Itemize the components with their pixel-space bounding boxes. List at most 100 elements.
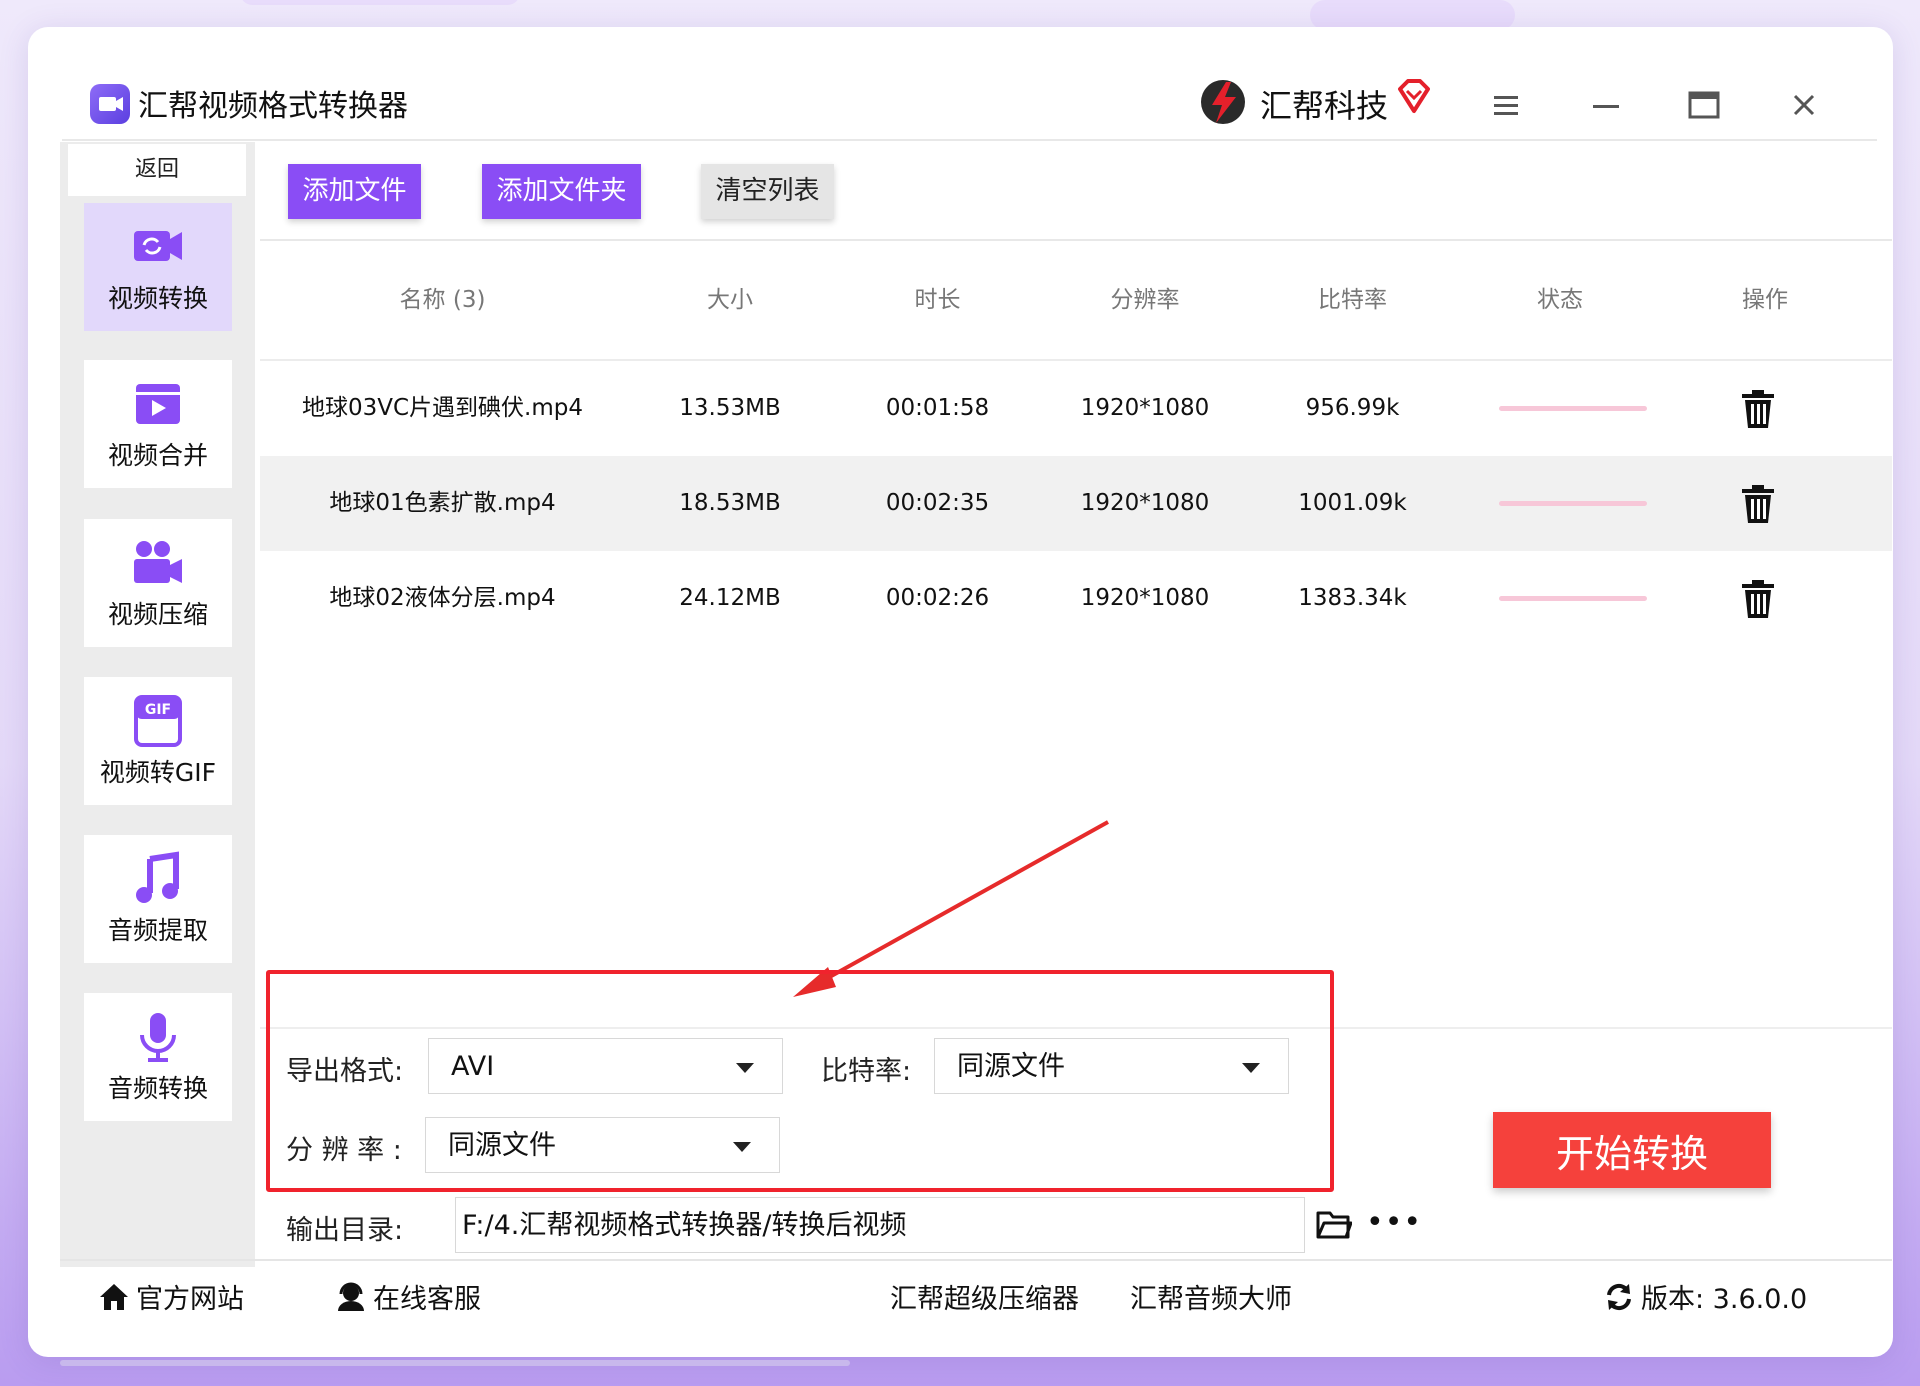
app-logo-icon <box>90 84 130 124</box>
file-bitrate: 1383.34k <box>1298 585 1407 611</box>
bitrate-label: 比特率: <box>821 1056 912 1087</box>
version-label: 版本: 3.6.0.0 <box>1641 1284 1808 1315</box>
file-size: 13.53MB <box>679 395 781 421</box>
official-website-link[interactable]: 官方网站 <box>98 1277 244 1316</box>
sidebar-item-label: 音频转换 <box>107 1074 208 1103</box>
chevron-down-icon <box>736 1063 754 1073</box>
audio-master-link[interactable]: 汇帮音频大师 <box>1130 1277 1292 1316</box>
start-convert-button[interactable]: 开始转换 <box>1493 1112 1771 1188</box>
file-name: 地球02液体分层.mp4 <box>329 585 556 611</box>
title-bar: 汇帮视频格式转换器 汇帮科技 <box>28 27 1893 142</box>
maximize-icon[interactable] <box>1686 87 1722 123</box>
table-row[interactable]: 地球03VC片遇到碘伏.mp4 13.53MB 00:01:58 1920*10… <box>260 361 1892 456</box>
version-info[interactable]: 版本: 3.6.0.0 <box>1603 1277 1807 1316</box>
background-blob <box>240 0 520 5</box>
add-file-button[interactable]: 添加文件 <box>288 164 421 219</box>
file-size: 24.12MB <box>679 585 781 611</box>
sidebar-item-video-to-gif[interactable]: GIF 视频转GIF <box>84 677 232 805</box>
file-name: 地球03VC片遇到碘伏.mp4 <box>301 395 583 421</box>
resolution-select[interactable]: 同源文件 <box>425 1117 780 1173</box>
menu-icon[interactable] <box>1488 87 1524 123</box>
status-progress-bar <box>1499 501 1647 506</box>
format-value: AVI <box>451 1051 495 1082</box>
format-label: 导出格式: <box>286 1056 404 1087</box>
table-header: 名称 (3) 大小 时长 分辨率 比特率 状态 操作 <box>260 241 1892 361</box>
status-progress-bar <box>1499 406 1647 411</box>
gif-icon: GIF <box>134 695 182 747</box>
sidebar-item-audio-convert[interactable]: 音频转换 <box>84 993 232 1121</box>
sidebar-item-label: 视频转换 <box>107 284 208 313</box>
file-bitrate: 956.99k <box>1305 395 1400 421</box>
svg-text:GIF: GIF <box>145 702 171 718</box>
sidebar-item-label: 视频压缩 <box>107 600 208 629</box>
table-row[interactable]: 地球01色素扩散.mp4 18.53MB 00:02:35 1920*1080 … <box>260 456 1892 551</box>
clear-list-button[interactable]: 清空列表 <box>701 164 834 219</box>
file-resolution: 1920*1080 <box>1080 490 1210 516</box>
file-duration: 00:01:58 <box>885 395 990 421</box>
format-select[interactable]: AVI <box>428 1038 783 1094</box>
online-support-label: 在线客服 <box>373 1284 481 1315</box>
trash-icon[interactable] <box>1740 579 1776 619</box>
folder-open-icon[interactable] <box>1316 1207 1352 1241</box>
add-folder-button[interactable]: 添加文件夹 <box>482 164 641 219</box>
customer-service-icon <box>338 1282 364 1311</box>
sidebar-item-audio-extract[interactable]: 音频提取 <box>84 835 232 963</box>
background-blob <box>1310 0 1515 30</box>
horizontal-scrollbar[interactable] <box>60 1360 850 1366</box>
output-dir-input[interactable]: F:/4.汇帮视频格式转换器/转换后视频 <box>455 1197 1305 1253</box>
microphone-icon <box>140 1013 176 1062</box>
file-resolution: 1920*1080 <box>1080 585 1210 611</box>
table-row[interactable]: 地球02液体分层.mp4 24.12MB 00:02:26 1920*1080 … <box>260 551 1892 646</box>
more-options-icon[interactable]: ••• <box>1366 1205 1422 1240</box>
online-support-link[interactable]: 在线客服 <box>335 1277 481 1316</box>
sidebar-item-label: 音频提取 <box>107 916 208 945</box>
file-bitrate: 1001.09k <box>1298 490 1407 516</box>
brand-logo-icon <box>1201 80 1245 124</box>
app-window: 汇帮视频格式转换器 汇帮科技 返回 视频转换 视频合并 视频压缩 GIF 视频转… <box>28 27 1893 1357</box>
bitrate-select[interactable]: 同源文件 <box>934 1038 1289 1094</box>
status-progress-bar <box>1499 596 1647 601</box>
chevron-down-icon <box>733 1142 751 1152</box>
audio-master-label: 汇帮音频大师 <box>1130 1284 1292 1315</box>
header-duration[interactable]: 时长 <box>835 241 1040 359</box>
vip-diamond-icon[interactable] <box>1394 77 1434 117</box>
file-size: 18.53MB <box>679 490 781 516</box>
video-convert-icon <box>134 231 182 261</box>
compressor-link[interactable]: 汇帮超级压缩器 <box>890 1277 1079 1316</box>
footer-divider <box>60 1259 1892 1261</box>
trash-icon[interactable] <box>1740 484 1776 524</box>
video-compress-icon <box>134 541 182 583</box>
header-size[interactable]: 大小 <box>625 241 835 359</box>
file-resolution: 1920*1080 <box>1080 395 1210 421</box>
minimize-icon[interactable] <box>1588 87 1624 123</box>
sidebar-item-video-merge[interactable]: 视频合并 <box>84 360 232 488</box>
trash-icon[interactable] <box>1740 389 1776 429</box>
sidebar-item-label: 视频合并 <box>107 441 208 470</box>
video-merge-icon <box>136 384 180 424</box>
brand-name: 汇帮科技 <box>1260 87 1389 125</box>
back-button[interactable]: 返回 <box>68 144 246 196</box>
output-dir-label: 输出目录: <box>286 1215 404 1246</box>
bitrate-value: 同源文件 <box>957 1051 1065 1082</box>
app-title: 汇帮视频格式转换器 <box>138 89 408 124</box>
file-table: 名称 (3) 大小 时长 分辨率 比特率 状态 操作 地球03VC片遇到碘伏.m… <box>260 241 1892 646</box>
chevron-down-icon <box>1242 1063 1260 1073</box>
header-status: 状态 <box>1537 287 1583 313</box>
file-duration: 00:02:26 <box>885 585 990 611</box>
sidebar-item-video-convert[interactable]: 视频转换 <box>84 203 232 331</box>
music-note-icon <box>136 851 179 903</box>
file-name: 地球01色素扩散.mp4 <box>329 490 556 516</box>
header-action: 操作 <box>1742 287 1788 313</box>
sidebar-item-video-compress[interactable]: 视频压缩 <box>84 519 232 647</box>
home-icon <box>100 1283 128 1310</box>
compressor-label: 汇帮超级压缩器 <box>890 1284 1079 1315</box>
resolution-value: 同源文件 <box>448 1130 556 1161</box>
header-name[interactable]: 名称 (3) <box>260 241 625 359</box>
header-resolution[interactable]: 分辨率 <box>1040 241 1250 359</box>
header-bitrate[interactable]: 比特率 <box>1250 241 1455 359</box>
close-icon[interactable] <box>1786 87 1822 123</box>
refresh-icon <box>1607 1283 1631 1310</box>
file-duration: 00:02:35 <box>885 490 990 516</box>
title-divider <box>62 139 1877 141</box>
sidebar-item-label: 视频转GIF <box>99 758 217 787</box>
